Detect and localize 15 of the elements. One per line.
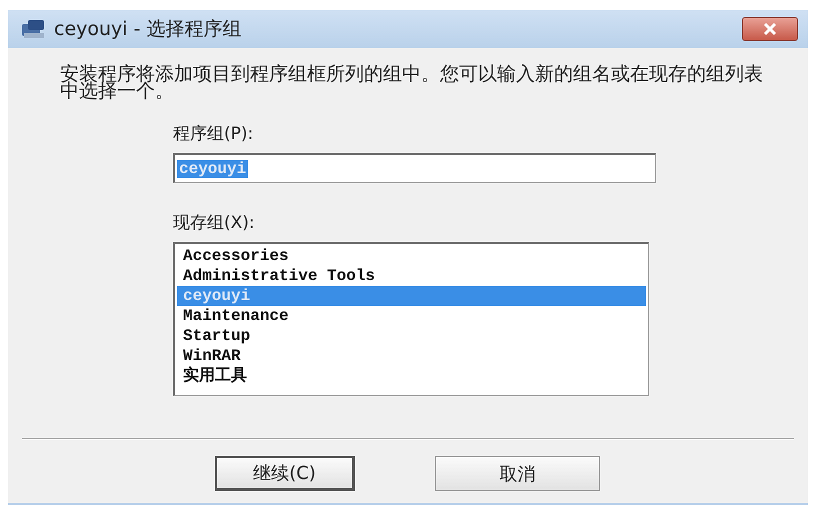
window-title: ceyouyi - 选择程序组 — [54, 17, 243, 42]
list-item[interactable]: 实用工具 — [177, 366, 646, 386]
close-button[interactable] — [742, 17, 798, 41]
list-item[interactable]: Accessories — [177, 246, 646, 266]
instruction-text: 安装程序将添加项目到程序组框所列的组中。您可以输入新的组名或在现存的组列表中选择一个。 — [60, 66, 764, 100]
app-icon — [20, 18, 46, 40]
continue-button[interactable]: 继续(C) — [215, 456, 355, 491]
field-label: 程序组(P): — [173, 123, 254, 145]
list-item[interactable]: WinRAR — [177, 346, 646, 366]
cancel-button[interactable]: 取消 — [435, 456, 600, 491]
list-label: 现存组(X): — [173, 212, 256, 234]
list-item[interactable]: Startup — [177, 326, 646, 346]
list-item[interactable]: Maintenance — [177, 306, 646, 326]
close-icon — [763, 23, 777, 35]
list-item[interactable]: Administrative Tools — [177, 266, 646, 286]
